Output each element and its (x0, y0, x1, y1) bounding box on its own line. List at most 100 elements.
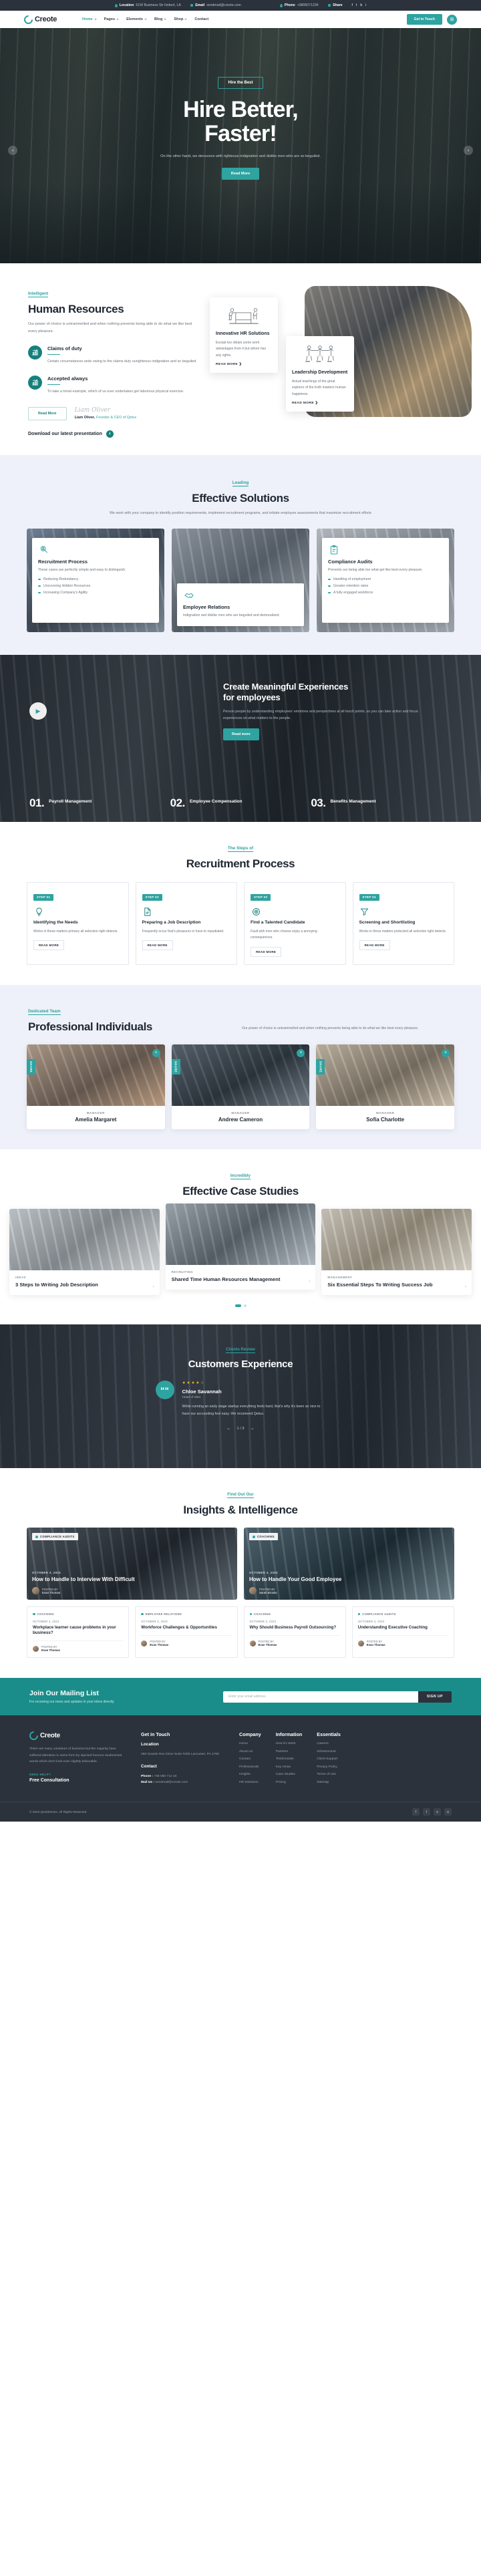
member-photo: SHARE + (27, 1044, 165, 1106)
case-card[interactable]: RECRUITING Shared Time Human Resources M… (165, 1203, 316, 1290)
case-card[interactable]: MANAGEMENT Six Essential Steps To Writin… (321, 1208, 472, 1296)
skype-icon[interactable]: s (434, 1808, 441, 1816)
footer-link[interactable]: Partners (276, 1750, 303, 1753)
grid-icon[interactable]: ⊞ (447, 14, 457, 25)
solution-card[interactable]: Compliance Audits Prevents our being abl… (317, 529, 454, 633)
nav-item-contact[interactable]: Contact (194, 17, 208, 21)
case-card[interactable]: IDEAS 3 Steps to Writing Job Description… (9, 1208, 160, 1296)
solution-card[interactable]: Employee Relations Indignation sed disli… (172, 529, 309, 633)
hr-card-leadership[interactable]: Leadership Development Actual teachings … (286, 336, 354, 412)
footer-link[interactable]: About Us (239, 1750, 261, 1753)
nav-item-home[interactable]: Home (82, 17, 97, 21)
insight-featured-card[interactable]: COMPLIANCE AUDITS OCTOBER 3, 2023 How to… (27, 1528, 237, 1600)
topbar-phone[interactable]: Phone +9806071234 (279, 3, 319, 7)
step-read-more-button[interactable]: READ MORE (359, 940, 390, 951)
footer-link[interactable]: Case Studies (276, 1773, 303, 1776)
footer-link[interactable]: Pricing (276, 1781, 303, 1784)
solution-card[interactable]: Recruitment Process These cases are perf… (27, 529, 164, 633)
topbar-email[interactable]: Email sendmail@creote.com (190, 3, 241, 7)
nav-item-blog[interactable]: Blog (154, 17, 167, 21)
plus-icon[interactable]: + (297, 1048, 305, 1057)
meaningful-read-more-button[interactable]: Read more (223, 728, 259, 741)
testimonial-nav: ← 1 / 3 → (0, 1427, 481, 1431)
hr-read-more-button[interactable]: Read More (28, 406, 67, 420)
step-read-more-button[interactable]: READ MORE (33, 940, 65, 951)
bullet-icon (328, 592, 331, 594)
share-tab[interactable]: SHARE (171, 1058, 180, 1075)
testimonial-prev[interactable]: ← (227, 1427, 231, 1431)
hero-next-arrow[interactable]: › (464, 146, 473, 155)
instagram-icon[interactable]: o (444, 1808, 452, 1816)
download-presentation-link[interactable]: Download our latest presentation ⭳ (28, 430, 200, 438)
team-member-card[interactable]: SHARE + MANAGER Amelia Margaret (27, 1044, 165, 1129)
arrow-right-icon[interactable]: › (309, 1280, 310, 1284)
insight-tag: COACHING (249, 1612, 340, 1616)
footer-link[interactable]: Insights (239, 1773, 261, 1776)
arrow-right-icon[interactable]: › (465, 1285, 466, 1289)
meaningful-stats: 01. Payroll Management 02. Employee Comp… (0, 797, 481, 822)
footer-link[interactable]: Contact (239, 1757, 261, 1761)
footer-link[interactable]: How it's Work (276, 1742, 303, 1745)
footer-free-consultation[interactable]: Free Consultation (29, 1778, 126, 1783)
email-input[interactable]: Enter your email address (223, 1691, 418, 1703)
quote-icon: ““ (155, 1381, 174, 1400)
behance-icon[interactable]: b (360, 3, 362, 7)
hr-card-innovative[interactable]: Innovative HR Solutions Except too obtai… (210, 297, 278, 374)
footer-link[interactable]: Privacy Policy (317, 1765, 341, 1769)
hero-read-more-button[interactable]: Read More (221, 168, 260, 180)
insight-card[interactable]: COMPLIANCE AUDITS OCTOBER 3, 2023 Unders… (351, 1606, 454, 1659)
hr-card-read-more[interactable]: READ MORE ❯ (216, 363, 272, 366)
footer-link[interactable]: HR Solutions (239, 1781, 261, 1784)
testimonial-next[interactable]: → (250, 1427, 254, 1431)
nav-item-shop[interactable]: Shop (174, 17, 188, 21)
twitter-icon[interactable]: t (356, 3, 357, 7)
team-member-card[interactable]: SHARE + MANAGER Andrew Cameron (171, 1044, 310, 1129)
step-read-more-button[interactable]: READ MORE (142, 940, 173, 951)
insight-featured-card[interactable]: COACHING OCTOBER 3, 2023 How to Handle Y… (244, 1528, 454, 1600)
divider (47, 353, 60, 355)
chevron-down-icon (164, 19, 167, 20)
team-member-card[interactable]: SHARE + MANAGER Sofia Charlotte (316, 1044, 455, 1129)
share-tab[interactable]: SHARE (27, 1058, 35, 1075)
footer-link[interactable]: Sitemap (317, 1781, 341, 1784)
hr-feature: Accepted always To take a trivial exampl… (28, 375, 200, 396)
footer-link[interactable]: Client Support (317, 1757, 341, 1761)
arrow-right-icon[interactable]: › (153, 1285, 154, 1289)
solution-list-item: Handling of employment (328, 577, 443, 581)
carousel-dot-active[interactable] (234, 1304, 241, 1308)
facebook-icon[interactable]: f (352, 3, 353, 7)
step-read-more-button[interactable]: READ MORE (251, 946, 282, 957)
footer-link[interactable]: Key Areas (276, 1765, 303, 1769)
hr-card-read-more[interactable]: READ MORE ❯ (292, 402, 348, 405)
footer-link[interactable]: Careers (317, 1742, 341, 1745)
nav-item-pages[interactable]: Pages (104, 17, 120, 21)
insight-card[interactable]: COACHING OCTOBER 3, 2023 Workplace learn… (27, 1606, 130, 1659)
play-icon[interactable]: ▶ (29, 702, 47, 720)
footer-link[interactable]: Home (239, 1742, 261, 1745)
topbar-share[interactable]: Share (327, 3, 343, 7)
twitter-icon[interactable]: t (423, 1808, 430, 1816)
carousel-dot[interactable] (243, 1304, 247, 1308)
footer-link[interactable]: Testimonials (276, 1757, 303, 1761)
footer-logo[interactable]: Creote (27, 1729, 126, 1743)
tag-dot-icon (357, 1612, 361, 1616)
facebook-icon[interactable]: f (412, 1808, 420, 1816)
stat-item: 02. Employee Compensation (170, 797, 311, 810)
insight-card[interactable]: EMPLOYEE RELATIONS OCTOBER 3, 2023 Workf… (135, 1606, 238, 1659)
plus-icon[interactable]: + (152, 1048, 160, 1057)
insight-card[interactable]: COACHING OCTOBER 3, 2023 Why Should Busi… (243, 1606, 346, 1659)
solution-text: These cases are perfectly simple and eas… (38, 568, 126, 573)
nav-item-elements[interactable]: Elements (126, 17, 147, 21)
site-logo[interactable]: Creote (22, 13, 57, 26)
plus-icon[interactable]: + (442, 1048, 450, 1057)
footer-link[interactable]: Professionals (239, 1765, 261, 1769)
hero-prev-arrow[interactable]: ‹ (8, 146, 17, 155)
instagram-icon[interactable]: i (365, 3, 366, 7)
get-in-touch-button[interactable]: Get in Touch (406, 14, 442, 25)
footer-link[interactable]: Terms of Use (317, 1773, 341, 1776)
share-tab[interactable]: SHARE (316, 1058, 325, 1075)
footer-link[interactable]: Infrastructure (317, 1750, 341, 1753)
bulb-icon (33, 906, 44, 917)
signup-button[interactable]: SIGN UP (418, 1691, 452, 1703)
case-category: RECRUITING (171, 1270, 193, 1274)
